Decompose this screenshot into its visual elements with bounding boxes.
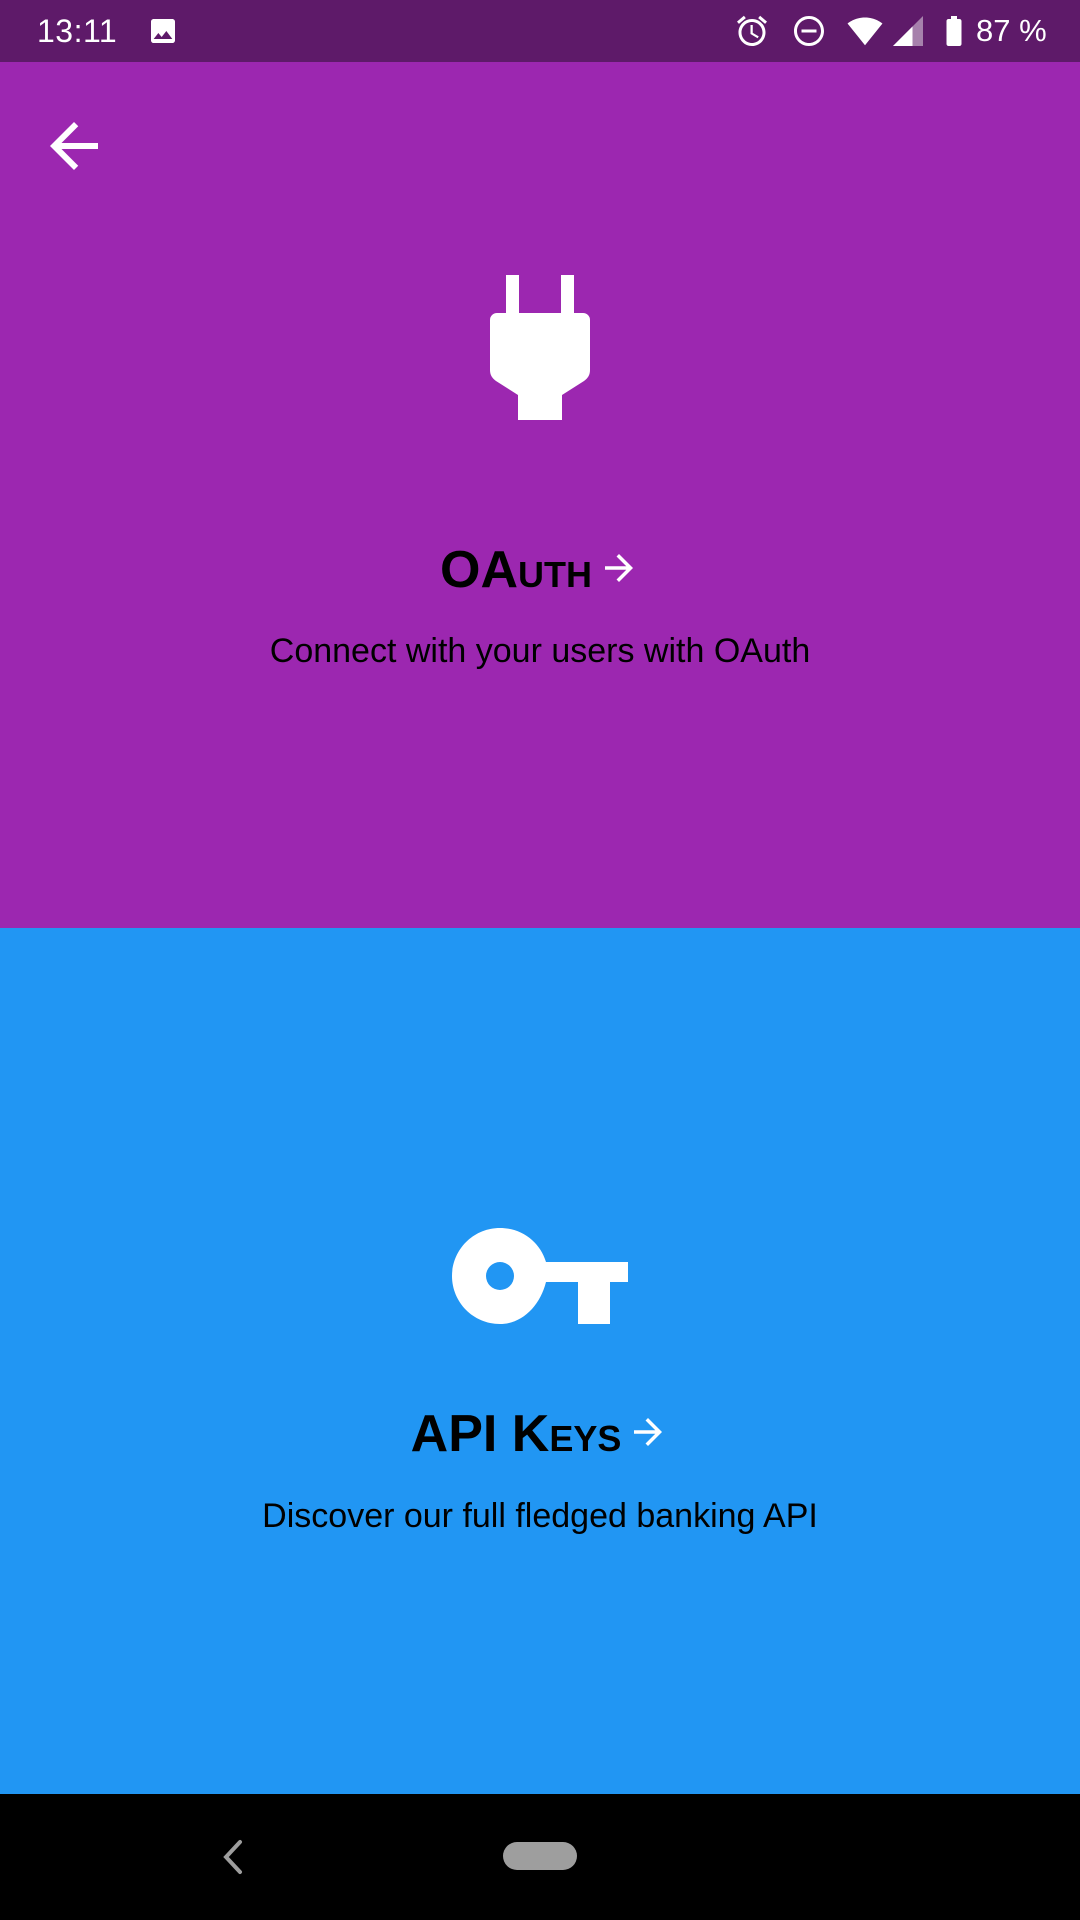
battery-percentage: 87 % [976,13,1047,48]
image-icon [151,19,175,43]
alarm-icon [737,15,767,46]
do-not-disturb-icon [794,16,824,46]
status-time: 13:11 [37,13,118,49]
oauth-panel[interactable] [0,62,1080,928]
oauth-title[interactable]: OAuth [0,540,1080,600]
navigation-bar [0,1794,1080,1920]
arrow-forward-icon [634,1418,663,1446]
wifi-icon [847,17,883,46]
plug-icon [490,275,590,420]
signal-icon [893,16,923,46]
home-pill-icon[interactable] [503,1842,577,1870]
nav-back-icon[interactable] [218,1836,248,1878]
oauth-title-text: OAuth [440,541,592,599]
status-bar: 13:11 87 % [0,0,1080,62]
api-keys-description: Discover our full fledged banking API [262,1497,818,1535]
api-keys-title[interactable]: API Keys [0,1404,1080,1464]
battery-icon [946,16,962,46]
api-keys-title-text: API Keys [410,1405,622,1463]
arrow-back-icon[interactable] [38,110,110,182]
api-keys-panel[interactable] [0,928,1080,1794]
key-icon [452,1228,628,1324]
arrow-forward-icon [605,554,633,582]
oauth-description: Connect with your users with OAuth [269,632,811,670]
